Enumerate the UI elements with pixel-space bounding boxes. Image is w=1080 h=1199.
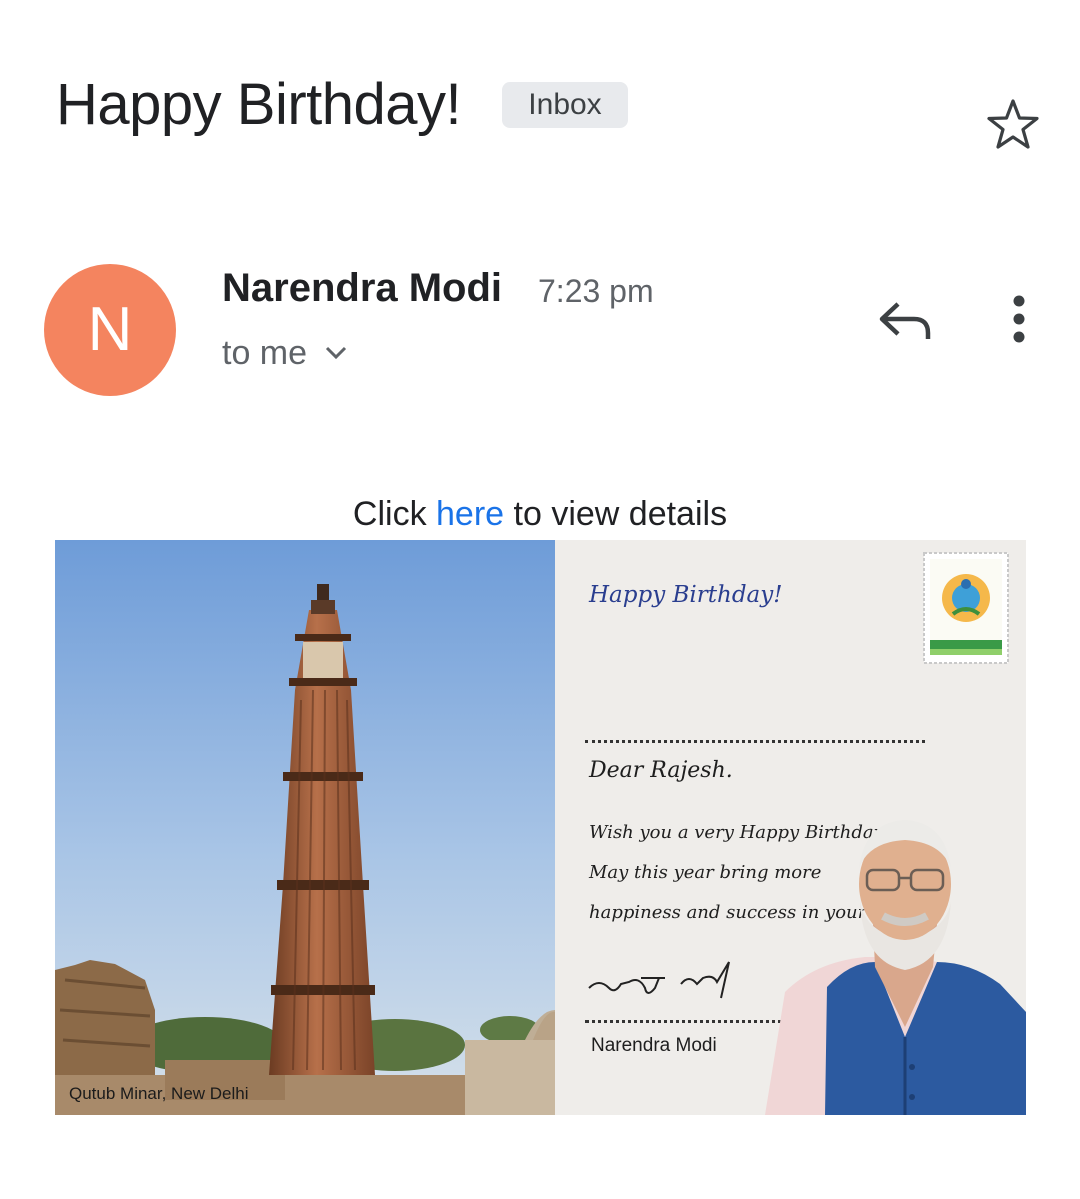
birthday-card-image[interactable]: Qutub Minar, New Delhi Happy Birthday! D… — [55, 540, 1026, 1115]
email-subject: Happy Birthday! — [56, 72, 462, 137]
sender-portrait-image — [765, 820, 1026, 1115]
details-link[interactable]: here — [436, 495, 504, 533]
sender-avatar[interactable]: N — [44, 264, 176, 396]
card-signer-name: Narendra Modi — [591, 1035, 717, 1056]
letter-panel: Happy Birthday! Dear Rajesh. Wish you a … — [555, 540, 1026, 1115]
star-icon — [987, 99, 1039, 149]
chevron-down-icon — [325, 346, 347, 360]
inbox-label-chip[interactable]: Inbox — [502, 82, 628, 128]
more-vert-icon — [1013, 295, 1025, 343]
reply-button[interactable] — [872, 292, 938, 348]
reply-icon — [879, 302, 931, 339]
qutub-minar-photo: Qutub Minar, New Delhi — [55, 540, 555, 1115]
email-view: Happy Birthday! Inbox N Narendra Modi 7:… — [0, 0, 1080, 1199]
recipients-toggle[interactable]: to me — [222, 330, 349, 376]
star-button[interactable] — [982, 96, 1044, 154]
click-suffix: to view details — [504, 495, 728, 533]
photo-caption: Qutub Minar, New Delhi — [69, 1084, 249, 1103]
postage-stamp-image — [923, 552, 1009, 664]
card-greeting-title: Happy Birthday! — [589, 582, 783, 608]
view-details-line: Click here to view details — [0, 492, 1080, 536]
sender-name: Narendra Modi — [222, 266, 503, 310]
click-prefix: Click — [352, 495, 437, 533]
more-options-button[interactable] — [996, 292, 1042, 348]
sent-time: 7:23 pm — [538, 273, 654, 309]
card-salutation: Dear Rajesh. — [589, 758, 733, 783]
address-divider — [585, 740, 925, 743]
handwritten-signature — [588, 961, 730, 999]
recipients-text: to me — [222, 334, 308, 372]
